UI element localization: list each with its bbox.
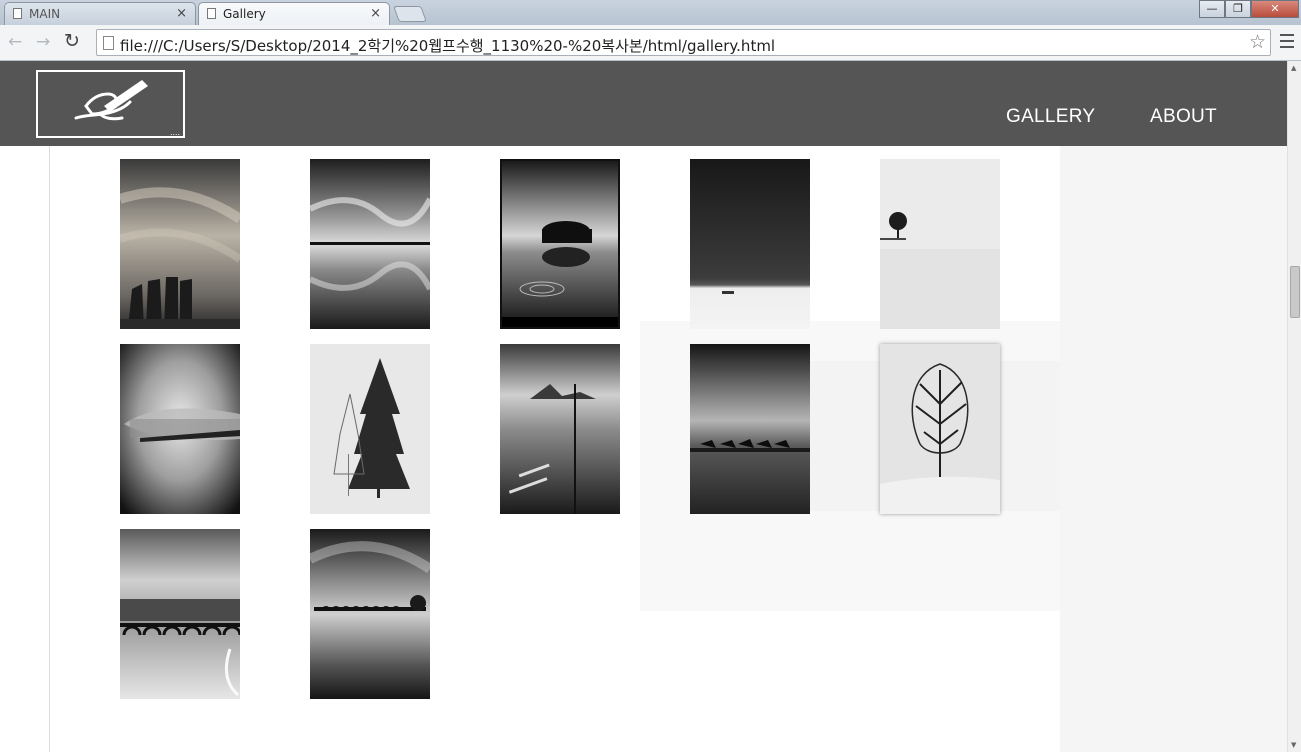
page-border	[49, 146, 50, 752]
tab-close-icon[interactable]: ×	[370, 6, 381, 21]
page-icon	[103, 36, 114, 50]
page-icon	[13, 8, 22, 19]
photo-icon	[690, 159, 810, 329]
gallery-photo[interactable]	[880, 159, 1000, 329]
site-logo[interactable]: ....	[36, 70, 185, 138]
address-text[interactable]: file:///C:/Users/S/Desktop/2014_2학기%20웹프…	[120, 35, 775, 56]
photo-icon	[120, 159, 240, 329]
tab-strip: MAIN × Gallery × — ❐ ✕	[0, 0, 1301, 25]
nav-gallery[interactable]: GALLERY	[1006, 106, 1095, 128]
vertical-scrollbar[interactable]: ▲ ▼	[1287, 61, 1301, 752]
gallery-photo[interactable]	[500, 159, 620, 329]
gallery-photo[interactable]	[310, 159, 430, 329]
restore-button[interactable]: ❐	[1225, 0, 1251, 18]
gallery-photo[interactable]	[310, 344, 430, 514]
forward-icon[interactable]: →	[36, 32, 50, 52]
address-bar[interactable]: file:///C:/Users/S/Desktop/2014_2학기%20웹프…	[96, 29, 1271, 56]
close-window-button[interactable]: ✕	[1251, 0, 1299, 18]
logo-dots: ....	[169, 127, 180, 137]
page-viewport: .... GALLERY ABOUT	[0, 61, 1287, 752]
photo-icon	[880, 344, 1000, 514]
bookmark-star-icon[interactable]: ☆	[1249, 31, 1266, 53]
minimize-button[interactable]: —	[1199, 0, 1225, 18]
gallery-photo[interactable]	[310, 529, 430, 699]
photo-icon	[310, 344, 430, 514]
gallery-photo[interactable]	[690, 344, 810, 514]
tab-title: Gallery	[223, 7, 266, 21]
photo-icon	[502, 161, 618, 327]
photo-icon	[310, 529, 430, 699]
nav-about[interactable]: ABOUT	[1150, 106, 1217, 128]
photo-icon	[310, 159, 430, 329]
reload-icon[interactable]: ↻	[64, 30, 80, 52]
photo-icon	[500, 344, 620, 514]
gallery-photo[interactable]	[120, 344, 240, 514]
photo-icon	[120, 529, 240, 699]
scroll-down-icon[interactable]: ▼	[1291, 741, 1296, 749]
photo-icon	[120, 344, 240, 514]
tab-gallery[interactable]: Gallery ×	[198, 2, 390, 25]
page-icon	[207, 8, 216, 19]
back-icon[interactable]: ←	[8, 32, 22, 52]
gallery-photo[interactable]	[690, 159, 810, 329]
gallery-photo[interactable]	[120, 159, 240, 329]
scroll-up-icon[interactable]: ▲	[1291, 64, 1296, 72]
photo-icon	[690, 344, 810, 514]
tab-close-icon[interactable]: ×	[176, 6, 187, 21]
background-image	[1060, 146, 1287, 752]
new-tab-button[interactable]	[393, 6, 427, 22]
gallery-photo[interactable]	[120, 529, 240, 699]
site-header: .... GALLERY ABOUT	[0, 61, 1287, 146]
photo-icon	[880, 159, 1000, 329]
browser-toolbar: ← → ↻ file:///C:/Users/S/Desktop/2014_2학…	[0, 25, 1301, 61]
menu-icon[interactable]	[1280, 34, 1294, 50]
gallery-photo[interactable]	[880, 344, 1000, 514]
pen-hand-logo-icon	[74, 80, 148, 121]
tab-title: MAIN	[29, 7, 61, 21]
scroll-thumb[interactable]	[1290, 266, 1300, 318]
gallery-photo[interactable]	[500, 344, 620, 514]
tab-main[interactable]: MAIN ×	[4, 2, 196, 25]
